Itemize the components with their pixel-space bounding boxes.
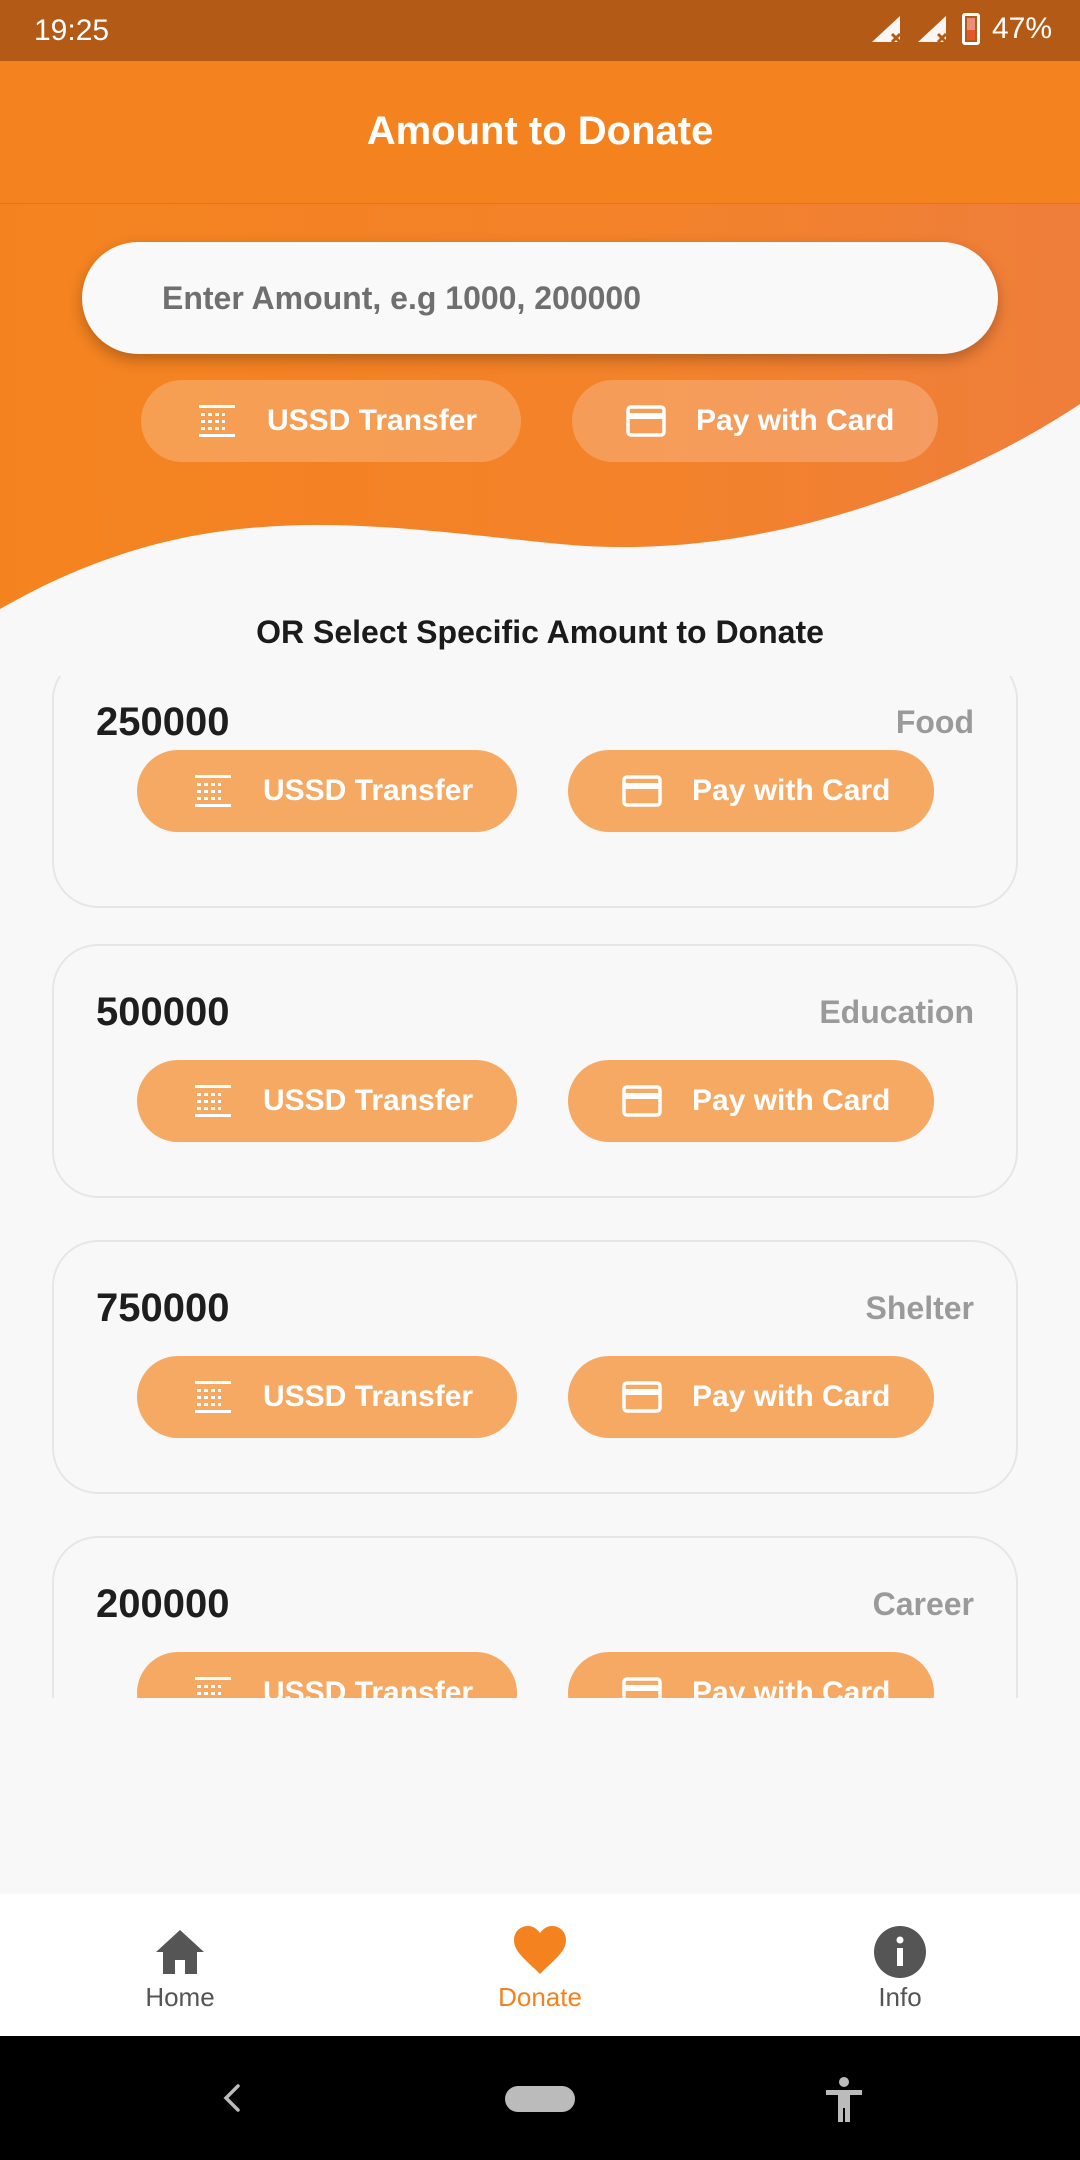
pay-with-card-label: Pay with Card [692,1084,891,1117]
pay-with-card-button[interactable]: Pay with Card [568,1060,934,1142]
bottom-navigation: Home Donate Info [0,1894,1080,2036]
status-time: 19:25 [34,14,110,47]
ussd-transfer-button[interactable]: USSD Transfer [137,1652,517,1698]
signal-icon [871,16,902,44]
nav-item-info[interactable]: Info [800,1894,1000,2036]
nav-label-home: Home [145,1982,215,2012]
pay-with-card-button[interactable]: Pay with Card [568,1356,934,1438]
ussd-icon [195,1677,231,1695]
app-bar: Amount to Donate [0,61,1080,204]
battery-percent: 47% [991,12,1052,45]
ussd-transfer-label: USSD Transfer [263,1380,474,1413]
credit-card-icon [622,1381,662,1413]
home-icon [156,1930,204,1974]
ussd-transfer-label: USSD Transfer [267,404,478,437]
page-title: Amount to Donate [366,109,714,153]
pay-with-card-label: Pay with Card [692,1380,891,1413]
ussd-transfer-label: USSD Transfer [263,1676,474,1698]
pay-with-card-label: Pay with Card [692,774,891,807]
card-amount: 750000 [96,1286,230,1330]
card-amount: 250000 [96,700,230,744]
section-caption: OR Select Specific Amount to Donate [256,614,824,650]
ussd-icon [195,1085,231,1117]
credit-card-icon [626,405,666,437]
ussd-transfer-button[interactable]: USSD Transfer [137,750,517,832]
system-navigation-bar [0,2036,1080,2160]
ussd-transfer-button[interactable]: USSD Transfer [137,1356,517,1438]
nav-item-home[interactable]: Home [80,1894,280,2036]
ussd-transfer-label: USSD Transfer [263,774,474,807]
ussd-transfer-button[interactable]: USSD Transfer [141,380,521,462]
pay-with-card-label: Pay with Card [692,1676,891,1698]
ussd-icon [199,405,235,437]
pay-with-card-button[interactable]: Pay with Card [568,750,934,832]
ussd-transfer-label: USSD Transfer [263,1084,474,1117]
battery-icon [961,13,980,45]
ussd-icon [195,1381,231,1413]
info-icon [874,1926,926,1978]
card-category: Shelter [865,1290,974,1326]
card-category: Food [895,704,974,740]
nav-label-donate: Donate [498,1982,582,2012]
pay-with-card-button[interactable]: Pay with Card [568,1652,934,1698]
heart-icon [514,1926,566,1974]
credit-card-icon [622,1085,662,1117]
list-item: 250000 Food USSD Transfer Pay with Card [52,676,1018,908]
signal-icon [917,16,948,44]
back-icon[interactable] [220,2082,246,2114]
list-item: 500000 Education USSD Transfer Pay with … [52,944,1018,1198]
ussd-icon [195,775,231,807]
amount-input[interactable] [162,242,962,354]
status-icons: 47% [870,12,1052,46]
list-item: 200000 Career USSD Transfer Pay with Car… [52,1536,1018,1698]
card-category: Career [872,1586,974,1622]
amount-list[interactable]: 250000 Food USSD Transfer Pay with Card … [0,676,1080,1698]
pay-with-card-button[interactable]: Pay with Card [572,380,938,462]
pay-with-card-label: Pay with Card [696,404,895,437]
ussd-transfer-button[interactable]: USSD Transfer [137,1060,517,1142]
card-amount: 500000 [96,990,230,1034]
credit-card-icon [622,775,662,807]
nav-item-donate[interactable]: Donate [440,1894,640,2036]
card-category: Education [819,994,974,1030]
credit-card-icon [622,1677,662,1698]
status-bar: 19:25 47% [0,0,1080,61]
amount-input-container [82,242,998,354]
card-amount: 200000 [96,1582,230,1626]
nav-label-info: Info [878,1982,922,2012]
accessibility-icon[interactable] [822,2076,866,2124]
list-item: 750000 Shelter USSD Transfer Pay with Ca… [52,1240,1018,1494]
home-pill-icon[interactable] [505,2086,575,2112]
